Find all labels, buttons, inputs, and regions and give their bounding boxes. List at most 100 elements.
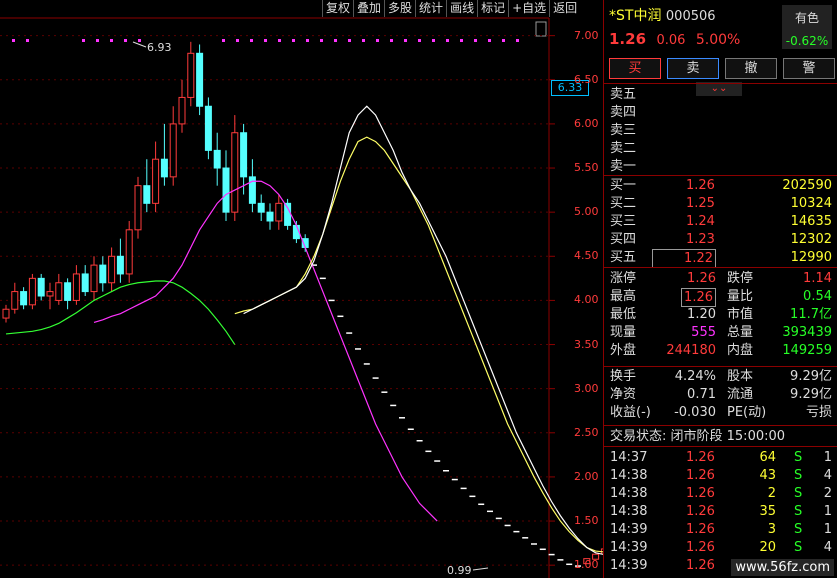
tick-price: 1.26 <box>686 450 715 465</box>
marker-dot <box>418 39 421 42</box>
stat-label: 外盘 <box>610 343 637 358</box>
toolbar-button-5[interactable]: 标记 <box>477 0 509 17</box>
price-axis-label: 6.50 <box>574 72 599 86</box>
candle-body <box>257 202 265 213</box>
stock-name: *ST中润 <box>609 8 662 24</box>
buy-order-row: 买一 1.26 202590 <box>604 177 837 194</box>
alert-button[interactable]: 警 <box>783 58 835 79</box>
stat-value: 1.20 <box>687 307 716 322</box>
marker-dot <box>432 39 435 42</box>
marker-dot <box>26 39 29 42</box>
stat-row: 最高 1.26 量比 0.54 <box>604 288 837 307</box>
price-axis-label: 1.50 <box>574 514 599 528</box>
stat-label: 流通 <box>727 387 754 402</box>
marker-dot <box>320 39 323 42</box>
marker-dot <box>138 39 141 42</box>
toolbar-button-3[interactable]: 统计 <box>415 0 447 17</box>
toolbar-button-7[interactable]: 返回 <box>549 0 581 17</box>
quote-panel: *ST中润 000506 1.26 0.06 5.00% 有色 -0.62% 买… <box>603 0 837 578</box>
marker-dot <box>264 39 267 42</box>
tick-side: S <box>794 468 803 483</box>
sector-badge[interactable]: 有色 -0.62% <box>782 5 832 49</box>
price-line: 1.26 0.06 5.00% <box>609 30 740 48</box>
tick-row: 14:38 1.26 35 S 1 <box>604 503 837 520</box>
sell-level-label: 卖三 <box>610 123 637 138</box>
tick-time: 14:38 <box>610 486 648 501</box>
tick-time: 14:39 <box>610 522 648 537</box>
candle-body <box>143 185 151 204</box>
divider <box>604 366 837 367</box>
trade-status-text: 交易状态: 闭市阶段 15:00:00 <box>610 429 786 444</box>
tick-row: 14:37 1.26 64 S 1 <box>604 449 837 466</box>
marker-dot <box>236 39 239 42</box>
trade-actions: 买 卖 撤 警 <box>609 58 835 79</box>
buy-order-row: 买三 1.24 14635 <box>604 213 837 230</box>
tick-volume: 43 <box>759 468 776 483</box>
trade-status: 交易状态: 闭市阶段 15:00:00 <box>604 428 837 445</box>
candle-body <box>108 255 116 284</box>
tick-count: 4 <box>823 540 832 555</box>
candle-body <box>90 264 98 293</box>
marker-dot <box>222 39 225 42</box>
stat-label: 换手 <box>610 369 637 384</box>
toolbar-button-6[interactable]: +自选 <box>508 0 550 17</box>
candle-body <box>204 105 212 151</box>
stock-code: 000506 <box>665 9 716 24</box>
toolbar-button-0[interactable]: 复权 <box>322 0 354 17</box>
stat-label: 总量 <box>727 325 754 340</box>
price-axis-label: 5.00 <box>574 205 599 219</box>
marker-dot <box>390 39 393 42</box>
toolbar-button-2[interactable]: 多股 <box>384 0 416 17</box>
sell-order-row: 卖四 <box>604 104 837 121</box>
tick-side: S <box>794 522 803 537</box>
toolbar-button-1[interactable]: 叠加 <box>353 0 385 17</box>
stat-row: 收益(-) -0.030 PE(动) 亏损 <box>604 404 837 421</box>
sell-order-row: 卖一 <box>604 158 837 175</box>
candle-body <box>187 52 195 98</box>
tick-time: 14:39 <box>610 558 648 573</box>
price-axis-label: 5.50 <box>574 161 599 175</box>
cancel-button[interactable]: 撤 <box>725 58 777 79</box>
candle-body <box>213 149 221 169</box>
sell-order-row: 卖二 <box>604 140 837 157</box>
last-price: 1.26 <box>609 30 647 48</box>
buy-level-label: 买一 <box>610 178 637 193</box>
stat-label: 最高 <box>610 289 637 304</box>
candle-body <box>55 282 63 301</box>
stat-value: 11.7亿 <box>790 307 832 322</box>
price-axis-label: 3.00 <box>574 381 599 395</box>
stat-row: 涨停 1.26 跌停 1.14 <box>604 270 837 287</box>
tick-price: 1.26 <box>686 486 715 501</box>
candle-body <box>169 123 177 178</box>
candle-body <box>231 132 239 213</box>
stat-value: 1.26 <box>681 288 716 307</box>
stat-label: 现量 <box>610 325 637 340</box>
buy-level-label: 买四 <box>610 232 637 247</box>
stat-value: 393439 <box>782 325 832 340</box>
kline-chart[interactable]: 6.93 0.99 6.33 7.00 6.50 6.00 5.50 5.00 4.50 4.… <box>0 0 603 578</box>
marker-dot <box>474 39 477 42</box>
tick-count: 2 <box>823 486 832 501</box>
sell-level-label: 卖二 <box>610 141 637 156</box>
candle-body <box>284 202 292 226</box>
stat-label: 净资 <box>610 387 637 402</box>
buy-order-row: 买四 1.23 12302 <box>604 231 837 248</box>
tick-row: 14:38 1.26 43 S 4 <box>604 467 837 484</box>
divider <box>604 446 837 447</box>
candle-body <box>134 185 142 231</box>
price-axis-label: 1.00 <box>574 558 599 572</box>
tick-time: 14:38 <box>610 468 648 483</box>
sell-button[interactable]: 卖 <box>667 58 719 79</box>
sell-level-label: 卖五 <box>610 87 637 102</box>
toolbar-button-4[interactable]: 画线 <box>446 0 478 17</box>
candle-body <box>20 291 28 306</box>
marker-dot <box>110 39 113 42</box>
sell-order-row: 卖三 <box>604 122 837 139</box>
tick-volume: 2 <box>767 486 776 501</box>
candle-body <box>99 264 107 284</box>
tick-price: 1.26 <box>686 504 715 519</box>
marker-dot <box>292 39 295 42</box>
buy-button[interactable]: 买 <box>609 58 661 79</box>
tick-time: 14:39 <box>610 540 648 555</box>
buy-level-price: 1.25 <box>686 196 715 211</box>
